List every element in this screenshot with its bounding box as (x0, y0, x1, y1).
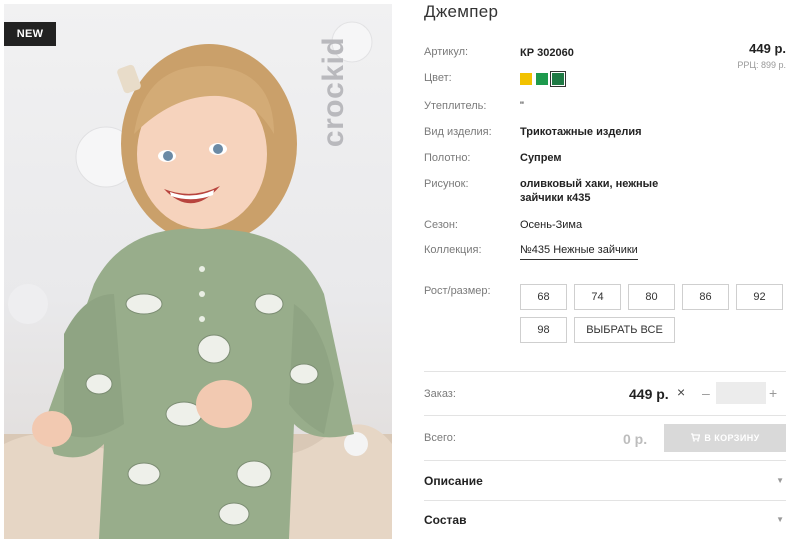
size-button-74[interactable]: 74 (574, 284, 621, 310)
divider (424, 460, 786, 461)
total-value: 0 р. (623, 431, 648, 447)
divider (424, 371, 786, 372)
attr-value-fabric: Супрем (520, 152, 562, 164)
color-swatch-green[interactable] (536, 73, 548, 85)
size-button-98[interactable]: 98 (520, 317, 567, 343)
chevron-down-icon[interactable]: ▼ (776, 515, 784, 524)
new-badge: NEW (4, 22, 56, 46)
sizes-label: Рост/размер: (424, 285, 491, 297)
attr-value-season: Осень-Зима (520, 219, 583, 231)
size-button-68[interactable]: 68 (520, 284, 567, 310)
attr-value-article: КР 302060 (520, 47, 574, 59)
product-rrp: РРЦ: 899 р. (737, 60, 786, 70)
size-button-80[interactable]: 80 (628, 284, 675, 310)
order-label: Заказ: (424, 388, 456, 400)
select-all-sizes-button[interactable]: ВЫБРАТЬ ВСЕ (574, 317, 675, 343)
attr-value-pattern: оливковый хаки, нежные зайчики к435 (520, 178, 659, 204)
attr-label-type: Вид изделия: (424, 126, 492, 138)
times-icon: × (677, 384, 686, 400)
collection-link[interactable]: №435 Нежные зайчики (520, 243, 638, 260)
size-button-92[interactable]: 92 (736, 284, 783, 310)
quantity-plus-button[interactable]: + (769, 385, 777, 401)
brand-watermark: crockid (317, 36, 350, 148)
attr-label-fabric: Полотно: (424, 152, 471, 164)
cart-icon (690, 425, 701, 453)
attr-value-insulation: " (520, 100, 524, 112)
accordion-description[interactable]: Описание (424, 474, 483, 488)
attr-value-type: Трикотажные изделия (520, 126, 642, 138)
order-price: 449 р. (629, 386, 669, 402)
total-label: Всего: (424, 432, 456, 444)
add-to-cart-label: В КОРЗИНУ (704, 433, 760, 443)
quantity-input[interactable] (716, 382, 766, 404)
attr-label-pattern: Рисунок: (424, 178, 469, 190)
product-price: 449 р. (749, 41, 786, 56)
attr-label-article: Артикул: (424, 46, 469, 58)
color-swatch-yellow[interactable] (520, 73, 532, 85)
divider (424, 500, 786, 501)
attr-label-insulation: Утеплитель: (424, 100, 487, 112)
chevron-down-icon[interactable]: ▼ (776, 476, 784, 485)
quantity-minus-button[interactable]: – (702, 385, 710, 401)
attr-label-color: Цвет: (424, 72, 452, 84)
product-photo[interactable]: crockid (4, 4, 392, 539)
accordion-composition[interactable]: Состав (424, 513, 466, 527)
product-panel: Джемпер 449 р. РРЦ: 899 р. Артикул: КР 3… (424, 0, 786, 539)
color-swatch-dark-green[interactable] (550, 71, 566, 87)
product-title: Джемпер (424, 2, 499, 21)
attr-label-season: Сезон: (424, 219, 458, 231)
divider (424, 415, 786, 416)
add-to-cart-button[interactable]: В КОРЗИНУ (664, 424, 786, 452)
attr-label-collection: Коллекция: (424, 244, 482, 256)
size-button-86[interactable]: 86 (682, 284, 729, 310)
